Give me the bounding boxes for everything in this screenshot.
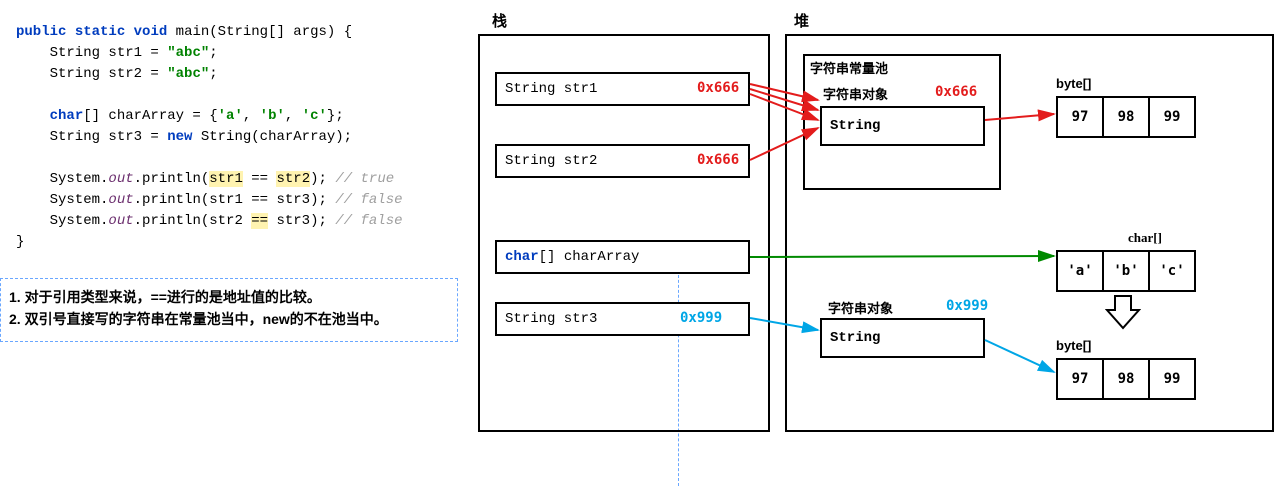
note-1: 1. 对于引用类型来说，==进行的是地址值的比较。 xyxy=(9,287,449,307)
string-type: String xyxy=(830,330,880,346)
array-cell: 99 xyxy=(1150,98,1194,136)
string-type: String xyxy=(830,118,880,134)
pool-string-obj: String xyxy=(820,106,985,146)
array-cell: 97 xyxy=(1058,98,1104,136)
heap-heading: 堆 xyxy=(794,10,809,31)
addr-str1: 0x666 xyxy=(697,80,739,96)
stack-var-text: String str3 xyxy=(505,311,597,327)
pool-label: 字符串常量池 xyxy=(810,58,888,77)
notes-box: 1. 对于引用类型来说，==进行的是地址值的比较。 2. 双引号直接写的字符串在… xyxy=(0,278,458,342)
array-cell: 'c' xyxy=(1150,252,1194,290)
strobj2-label: 字符串对象 xyxy=(828,298,893,317)
byte-array-1: 97 98 99 xyxy=(1056,96,1196,138)
addr-str3: 0x999 xyxy=(680,310,722,326)
addr-str2: 0x666 xyxy=(697,152,739,168)
array-cell: 98 xyxy=(1104,98,1150,136)
addr-pool-string: 0x666 xyxy=(935,84,977,100)
byte-array-2-label: byte[] xyxy=(1056,338,1091,353)
stack-heading: 栈 xyxy=(492,10,507,31)
array-cell: 98 xyxy=(1104,360,1150,398)
byte-array-1-label: byte[] xyxy=(1056,76,1091,91)
stack-var-text: String str1 xyxy=(505,81,597,97)
char-array-label: char[] xyxy=(1128,230,1162,246)
addr-heap-string: 0x999 xyxy=(946,298,988,314)
note-2: 2. 双引号直接写的字符串在常量池当中，new的不在池当中。 xyxy=(9,309,449,329)
array-cell: 99 xyxy=(1150,360,1194,398)
stack-var-text: String str2 xyxy=(505,153,597,169)
array-cell: 'a' xyxy=(1058,252,1104,290)
strobj1-label: 字符串对象 xyxy=(823,84,888,103)
code-block: public static void main(String[] args) {… xyxy=(16,22,403,253)
stack-var-chararray: char[] charArray xyxy=(495,240,750,274)
array-cell: 97 xyxy=(1058,360,1104,398)
byte-array-2: 97 98 99 xyxy=(1056,358,1196,400)
stack-var-text: char[] charArray xyxy=(505,249,639,265)
char-array: 'a' 'b' 'c' xyxy=(1056,250,1196,292)
heap-string-obj: String xyxy=(820,318,985,358)
array-cell: 'b' xyxy=(1104,252,1150,290)
big-down-arrow xyxy=(1105,294,1141,335)
